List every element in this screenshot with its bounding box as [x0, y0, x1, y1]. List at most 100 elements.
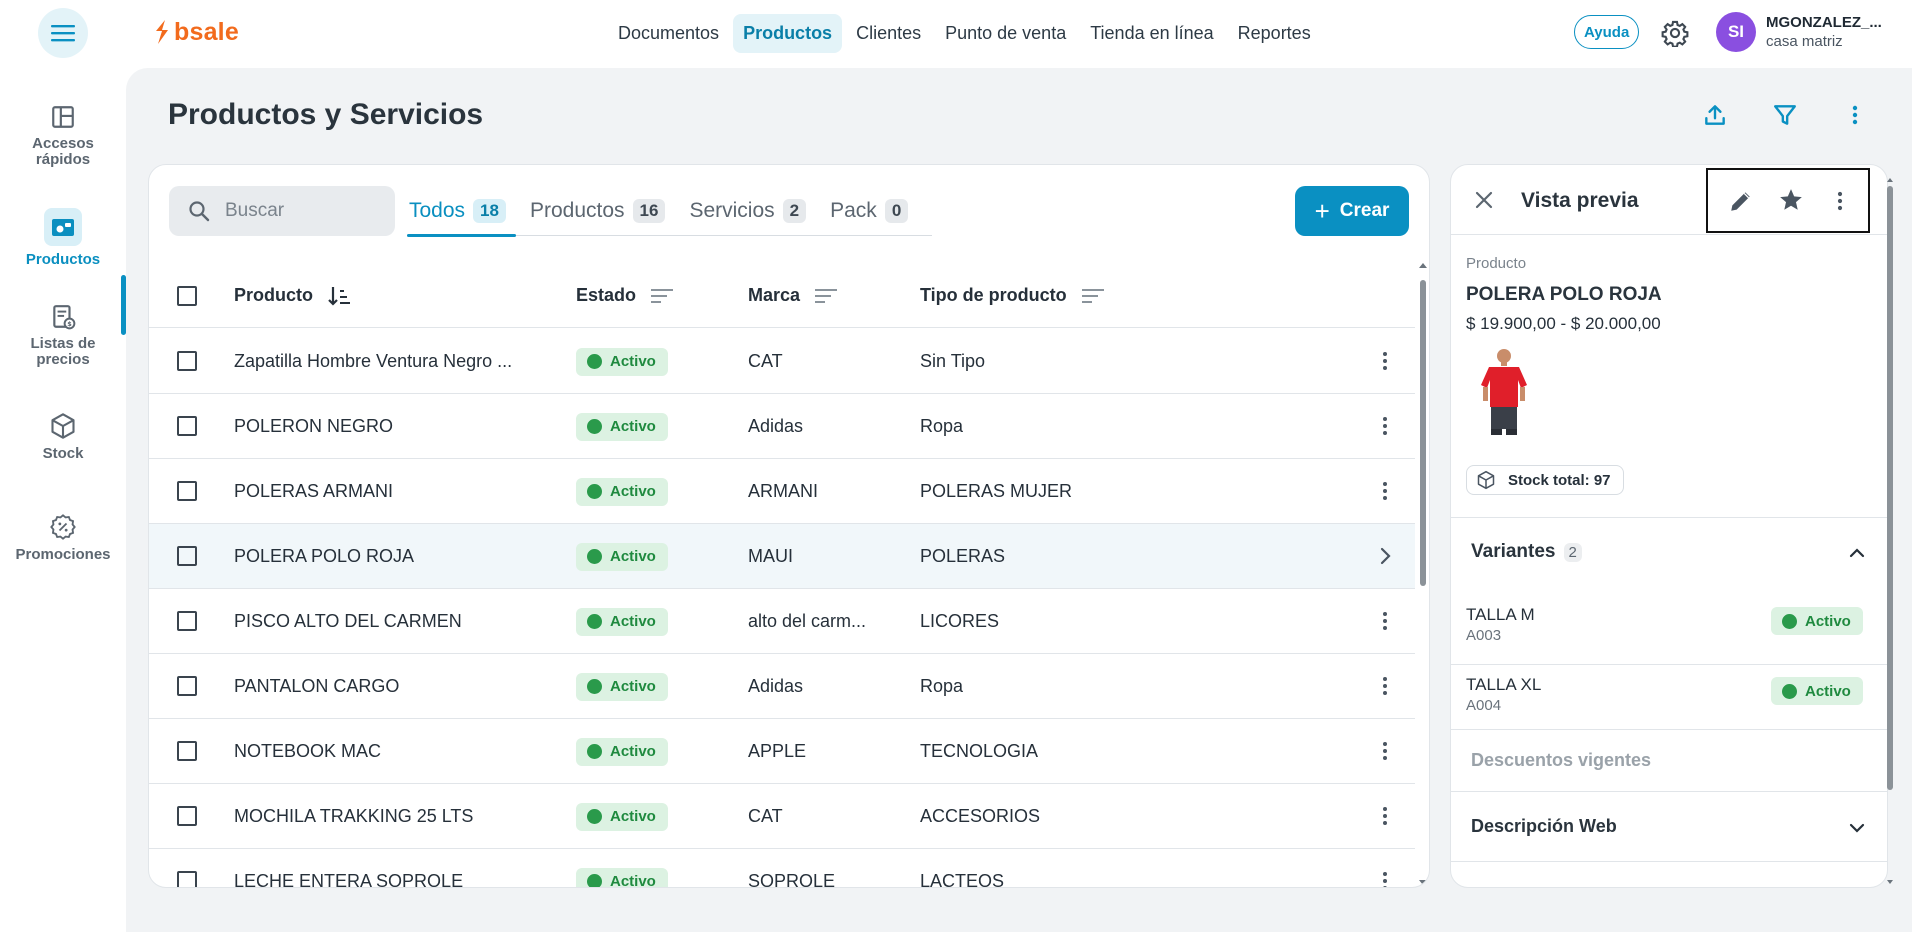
collapse-variants-button[interactable]	[1847, 543, 1867, 563]
product-image[interactable]	[1471, 345, 1537, 437]
row-checkbox[interactable]	[177, 806, 197, 826]
scroll-up-icon[interactable]	[1417, 260, 1429, 270]
variant-row[interactable]: TALLA M A003 Activo	[1451, 595, 1887, 665]
nav-clientes[interactable]: Clientes	[846, 14, 931, 53]
filter-lines-icon[interactable]	[1081, 287, 1105, 305]
row-action-button[interactable]	[1375, 675, 1395, 697]
table-row[interactable]: MOCHILA TRAKKING 25 LTS Activo CAT ACCESORI…	[149, 784, 1415, 849]
page-title: Productos y Servicios	[168, 98, 484, 131]
filter-lines-icon[interactable]	[650, 287, 674, 305]
table-row[interactable]: NOTEBOOK MAC Activo APPLE TECNOLOGIA	[149, 719, 1415, 784]
more-vert-icon[interactable]	[1375, 675, 1395, 697]
scrollbar-thumb[interactable]	[1887, 186, 1893, 790]
row-action-button[interactable]	[1375, 870, 1395, 888]
nav-tienda-en-linea[interactable]: Tienda en línea	[1080, 14, 1223, 53]
create-button[interactable]: + Crear	[1295, 186, 1409, 236]
sidebar-item-accesos-rapidos[interactable]: Accesos rápidos	[0, 104, 126, 168]
nav-productos[interactable]: Productos	[733, 13, 843, 53]
table-row[interactable]: Zapatilla Hombre Ventura Negro ... Activo…	[149, 329, 1415, 394]
quick-access-icon	[52, 106, 74, 128]
close-preview-button[interactable]	[1473, 189, 1495, 211]
status-text: Activo	[610, 743, 656, 760]
edit-button[interactable]	[1728, 188, 1754, 214]
chevron-right-icon[interactable]	[1375, 545, 1395, 567]
table-row[interactable]: PANTALON CARGO Activo Adidas Ropa	[149, 654, 1415, 719]
column-marca[interactable]: Marca	[748, 263, 838, 328]
preview-more-button[interactable]	[1828, 188, 1852, 214]
expand-description-button[interactable]	[1847, 818, 1867, 838]
nav-documentos[interactable]: Documentos	[608, 14, 729, 53]
scrollbar-thumb[interactable]	[1420, 280, 1426, 586]
more-vert-icon[interactable]	[1375, 350, 1395, 372]
filter-lines-icon[interactable]	[814, 287, 838, 305]
row-checkbox[interactable]	[177, 676, 197, 696]
web-description-header[interactable]: Descripción Web	[1471, 816, 1617, 837]
variants-header[interactable]: Variantes 2	[1471, 541, 1582, 563]
filter-button[interactable]	[1772, 102, 1798, 128]
nav-reportes[interactable]: Reportes	[1228, 14, 1321, 53]
row-action-button[interactable]	[1375, 545, 1395, 567]
more-vert-icon[interactable]	[1375, 740, 1395, 762]
menu-button[interactable]	[38, 8, 88, 58]
more-vert-icon[interactable]	[1375, 870, 1395, 888]
column-tipo-de-producto[interactable]: Tipo de producto	[920, 263, 1105, 328]
chevron-up-icon	[1849, 548, 1865, 558]
more-vert-icon[interactable]	[1375, 480, 1395, 502]
table-row[interactable]: PISCO ALTO DEL CARMEN Activo alto del carm…	[149, 589, 1415, 654]
scroll-down-icon[interactable]	[1886, 878, 1894, 886]
table-row[interactable]: POLERA POLO ROJA Activo MAUI POLERAS	[149, 524, 1415, 589]
row-action-button[interactable]	[1375, 415, 1395, 437]
row-action-button[interactable]	[1375, 610, 1395, 632]
tab-pack[interactable]: Pack 0	[830, 186, 918, 236]
tab-todos[interactable]: Todos 18	[407, 186, 516, 237]
row-checkbox[interactable]	[177, 741, 197, 761]
help-button[interactable]: Ayuda	[1574, 15, 1640, 49]
sidebar-item-listas-de-precios[interactable]: $ Listas de precios	[0, 304, 126, 368]
table-row[interactable]: LECHE ENTERA SOPROLE Activo SOPROLE LACTEOS	[149, 849, 1415, 888]
select-all-checkbox[interactable]	[177, 286, 197, 306]
app-logo[interactable]: bsale	[153, 19, 239, 45]
close-icon	[1475, 191, 1493, 209]
row-checkbox[interactable]	[177, 351, 197, 371]
status-badge: Activo	[576, 477, 668, 506]
tab-productos[interactable]: Productos 16	[530, 186, 675, 236]
tab-servicios[interactable]: Servicios 2	[689, 186, 816, 236]
settings-button[interactable]	[1661, 19, 1689, 47]
row-action-button[interactable]	[1375, 805, 1395, 827]
row-checkbox[interactable]	[177, 871, 197, 887]
more-vert-icon[interactable]	[1375, 805, 1395, 827]
user-menu[interactable]: MGONZALEZ_... casa matriz	[1766, 13, 1882, 51]
row-action-button[interactable]	[1375, 350, 1395, 372]
scroll-down-icon[interactable]	[1417, 878, 1429, 888]
row-checkbox[interactable]	[177, 416, 197, 436]
variant-row[interactable]: TALLA XL A004 Activo	[1451, 665, 1887, 735]
cell-estado: Activo	[576, 589, 668, 654]
nav-punto-de-venta[interactable]: Punto de venta	[935, 14, 1076, 53]
column-producto[interactable]: Producto	[234, 263, 351, 328]
more-vert-icon[interactable]	[1375, 415, 1395, 437]
filter-tabs: Todos 18 Productos 16 Servicios 2 Pack 0	[407, 186, 933, 237]
favorite-button[interactable]	[1778, 187, 1804, 213]
row-checkbox[interactable]	[177, 611, 197, 631]
table-scrollbar[interactable]	[1417, 260, 1429, 888]
avatar[interactable]: SI	[1716, 12, 1756, 52]
page-more-button[interactable]	[1843, 102, 1867, 128]
table-row[interactable]: POLERON NEGRO Activo Adidas Ropa	[149, 394, 1415, 459]
top-bar: bsale Documentos Productos Clientes Punt…	[0, 0, 1912, 66]
table-row[interactable]: POLERAS ARMANI Activo ARMANI POLERAS MUJER	[149, 459, 1415, 524]
row-action-button[interactable]	[1375, 480, 1395, 502]
sidebar-item-promociones[interactable]: Promociones	[0, 513, 126, 563]
search-input[interactable]	[225, 200, 375, 222]
sidebar-item-productos[interactable]: Productos	[0, 208, 126, 268]
row-checkbox[interactable]	[177, 546, 197, 566]
scroll-up-icon[interactable]	[1886, 176, 1894, 184]
row-action-button[interactable]	[1375, 740, 1395, 762]
row-checkbox[interactable]	[177, 481, 197, 501]
preview-scrollbar[interactable]	[1886, 176, 1894, 886]
sidebar-item-stock[interactable]: Stock	[0, 412, 126, 462]
more-vert-icon[interactable]	[1375, 610, 1395, 632]
sort-icon[interactable]	[327, 285, 351, 307]
column-estado[interactable]: Estado	[576, 263, 674, 328]
search-box[interactable]	[169, 186, 395, 236]
export-button[interactable]	[1702, 102, 1728, 128]
